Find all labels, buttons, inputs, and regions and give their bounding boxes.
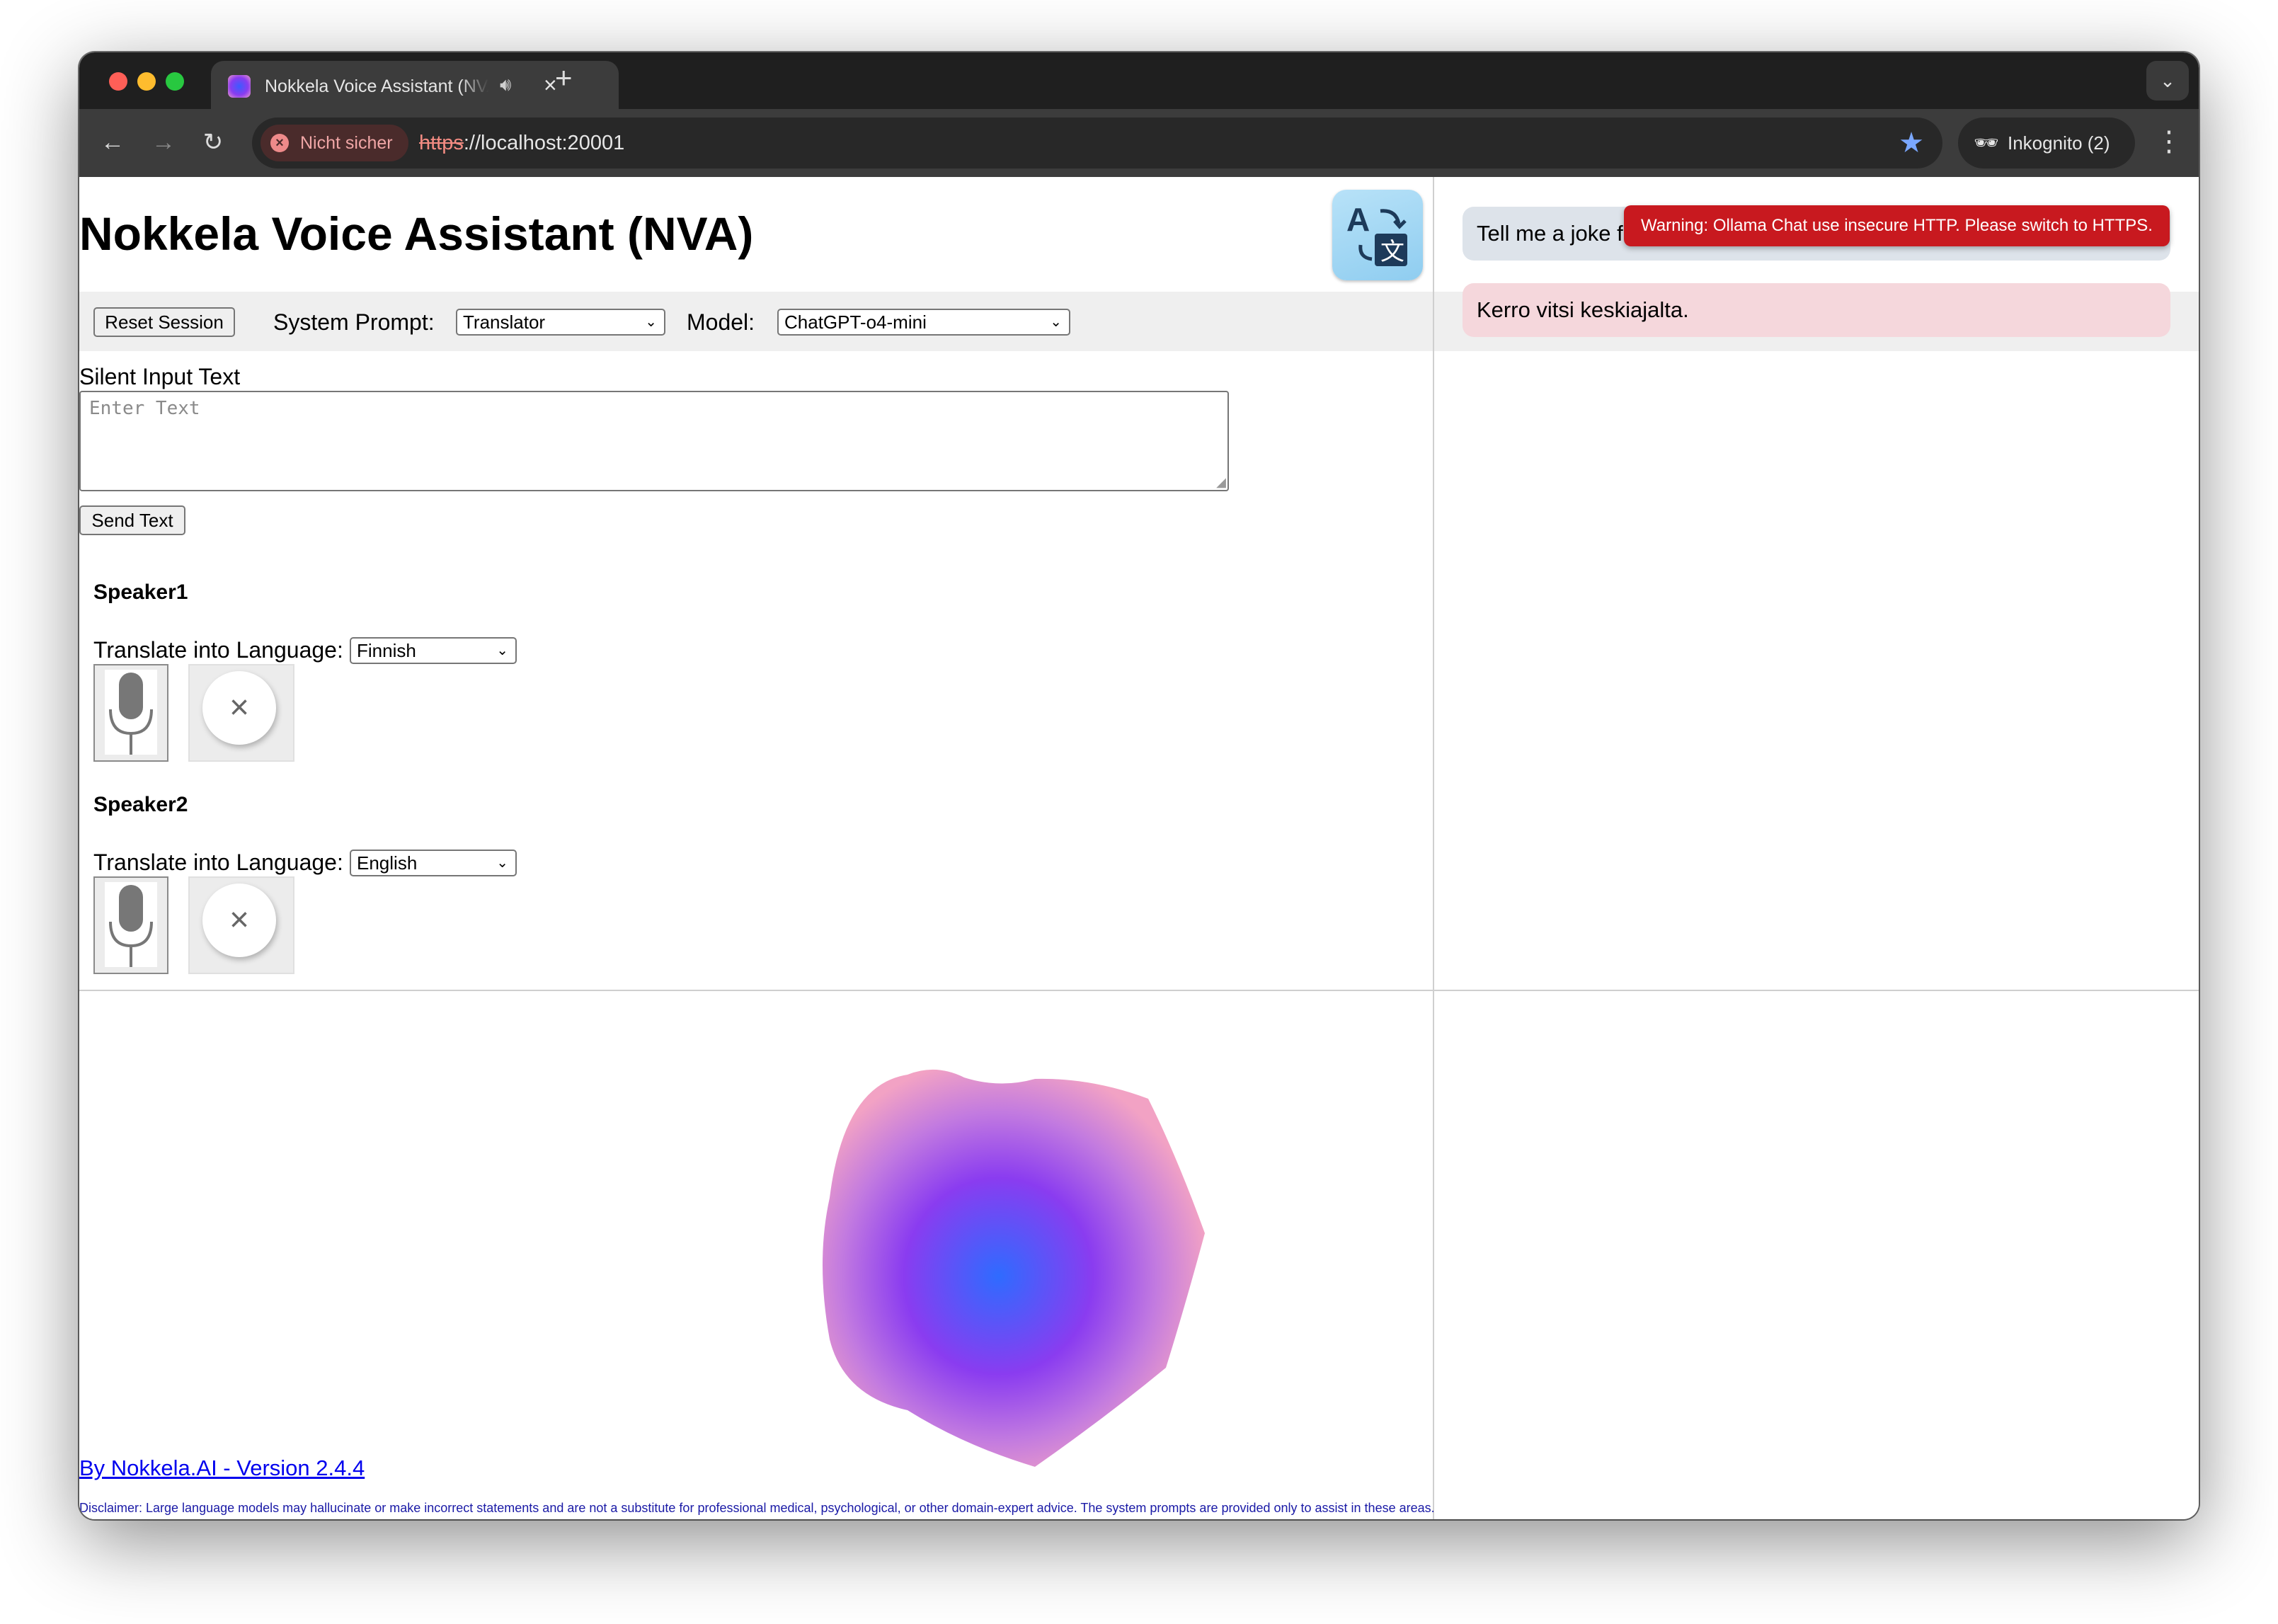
- chat-message-assistant: Kerro vitsi keskiajalta.: [1463, 283, 2170, 337]
- incognito-icon: 🕶︎: [1974, 132, 1999, 154]
- browser-window: Nokkela Voice Assistant (NVA) 🔊︎ × + ⌄ ←…: [79, 52, 2199, 1519]
- disclaimer-text: Disclaimer: Large language models may ha…: [79, 1501, 1435, 1515]
- incognito-label: Inkognito (2): [2008, 132, 2110, 154]
- system-prompt-select[interactable]: Translator ⌄: [456, 309, 665, 336]
- model-select[interactable]: ChatGPT-o4-mini ⌄: [777, 309, 1070, 336]
- speaker1-mic-button[interactable]: [93, 664, 168, 762]
- incognito-button[interactable]: 🕶︎ Inkognito (2): [1958, 118, 2135, 168]
- translate-icon: A 文: [1332, 190, 1423, 280]
- url-text[interactable]: https://localhost:20001: [419, 130, 624, 156]
- back-arrow-icon[interactable]: ←: [95, 125, 130, 160]
- minimize-window-button[interactable]: [137, 72, 156, 91]
- resize-grip-icon[interactable]: ◢: [1216, 475, 1226, 490]
- model-value: ChatGPT-o4-mini: [784, 311, 927, 333]
- url-host: ://localhost:20001: [463, 132, 625, 154]
- page-title: Nokkela Voice Assistant (NVA): [79, 207, 754, 260]
- horizontal-divider: [79, 990, 2199, 991]
- microphone-icon: [105, 670, 157, 755]
- warning-toast: Warning: Ollama Chat use insecure HTTP. …: [1624, 205, 2170, 246]
- vertical-divider: [1433, 177, 1434, 1519]
- speaker2-cancel-button[interactable]: ×: [188, 876, 294, 974]
- forward-arrow-icon[interactable]: →: [146, 125, 181, 160]
- new-tab-button[interactable]: +: [555, 62, 573, 93]
- speaker1-translate-label: Translate into Language:: [93, 637, 343, 663]
- reset-session-button[interactable]: Reset Session: [93, 307, 235, 337]
- page-content: Nokkela Voice Assistant (NVA) A 文 Reset …: [79, 177, 2199, 1519]
- voice-visualizer: [738, 1028, 1261, 1470]
- speaker2-translate-label: Translate into Language:: [93, 850, 343, 875]
- send-text-button[interactable]: Send Text: [79, 505, 185, 535]
- silent-input-label: Silent Input Text: [79, 364, 241, 389]
- svg-text:A: A: [1346, 201, 1370, 238]
- speaker2-language-value: English: [357, 852, 418, 874]
- speaker1-cancel-button[interactable]: ×: [188, 664, 294, 762]
- footer-version-link[interactable]: By Nokkela.AI - Version 2.4.4: [79, 1456, 365, 1481]
- security-chip[interactable]: × Nicht sicher: [261, 125, 408, 161]
- url-scheme: https: [419, 132, 464, 154]
- silent-input-placeholder: Enter Text: [89, 398, 200, 419]
- system-prompt-label: System Prompt:: [273, 309, 435, 335]
- speaker2-mic-button[interactable]: [93, 876, 168, 974]
- bookmark-star-icon[interactable]: ★: [1899, 127, 1924, 159]
- insecure-icon: ×: [270, 134, 289, 152]
- svg-text:文: 文: [1380, 238, 1404, 266]
- silent-input-textarea[interactable]: Enter Text ◢: [79, 391, 1229, 491]
- reload-icon[interactable]: ↻: [195, 125, 231, 160]
- speaker1-heading: Speaker1: [93, 581, 188, 604]
- tab-search-chevron-icon[interactable]: ⌄: [2146, 61, 2189, 101]
- system-prompt-value: Translator: [463, 311, 546, 333]
- chevron-down-icon: ⌄: [496, 855, 508, 871]
- browser-toolbar: ← → ↻ × Nicht sicher https://localhost:2…: [79, 109, 2199, 177]
- speaker2-language-select[interactable]: English ⌄: [350, 850, 517, 876]
- speaker-icon[interactable]: 🔊︎: [500, 74, 511, 96]
- speaker1-language-select[interactable]: Finnish ⌄: [350, 637, 517, 664]
- close-icon: ×: [202, 884, 276, 957]
- security-chip-label: Nicht sicher: [300, 133, 393, 153]
- chevron-down-icon: ⌄: [1050, 314, 1062, 330]
- microphone-icon: [105, 882, 157, 967]
- menu-kebab-icon[interactable]: ⋮: [2155, 122, 2183, 161]
- close-icon: ×: [202, 671, 276, 745]
- speaker2-heading: Speaker2: [93, 793, 188, 816]
- tab-strip: Nokkela Voice Assistant (NVA) 🔊︎ × + ⌄: [79, 52, 2199, 109]
- speaker1-language-value: Finnish: [357, 640, 416, 661]
- chevron-down-icon: ⌄: [645, 314, 657, 330]
- model-label: Model:: [687, 309, 755, 335]
- close-window-button[interactable]: [109, 72, 127, 91]
- address-bar[interactable]: × Nicht sicher https://localhost:20001 ★: [252, 118, 1942, 168]
- chevron-down-icon: ⌄: [496, 643, 508, 658]
- favicon-icon: [228, 75, 251, 98]
- tab-title: Nokkela Voice Assistant (NVA): [265, 75, 488, 98]
- maximize-window-button[interactable]: [166, 72, 184, 91]
